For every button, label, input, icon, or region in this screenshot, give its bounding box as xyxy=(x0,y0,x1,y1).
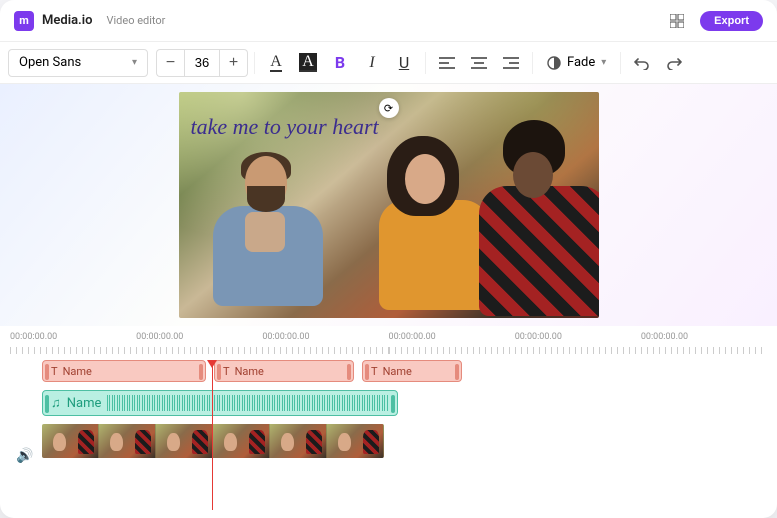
video-thumbnail xyxy=(42,424,99,458)
music-icon: ♫ xyxy=(51,395,61,411)
font-size-input[interactable] xyxy=(184,49,220,77)
tracks-container: 🔊 T Name T Name T Name xyxy=(42,360,767,458)
text-track: T Name T Name T Name xyxy=(42,360,767,382)
brand-name: Media.io xyxy=(42,13,92,28)
clip-handle-right[interactable] xyxy=(391,395,395,413)
clip-handle-right[interactable] xyxy=(199,364,203,380)
align-right-button[interactable] xyxy=(496,48,526,78)
export-button[interactable]: Export xyxy=(700,11,763,31)
video-thumbnail xyxy=(213,424,270,458)
text-clip[interactable]: T Name xyxy=(214,360,354,382)
clip-handle-right[interactable] xyxy=(347,364,351,380)
clip-handle-left[interactable] xyxy=(45,395,49,413)
preview-canvas: ⟳ take me to your heart xyxy=(0,84,777,326)
timecode: 00:00:00.00 xyxy=(10,332,57,342)
divider xyxy=(532,52,533,74)
highlight-color-button[interactable]: A xyxy=(293,48,323,78)
logo-icon: m xyxy=(14,11,34,31)
video-thumbnail xyxy=(99,424,156,458)
apps-grid-icon[interactable] xyxy=(666,10,688,32)
font-size-stepper: − + xyxy=(156,49,248,77)
text-icon: T xyxy=(223,365,230,378)
animation-label: Fade xyxy=(567,55,595,70)
clip-label: Name xyxy=(235,365,264,378)
timecode: 00:00:00.00 xyxy=(515,332,562,342)
clip-handle-left[interactable] xyxy=(365,364,369,380)
text-clip[interactable]: T Name xyxy=(362,360,462,382)
underline-button[interactable]: U xyxy=(389,48,419,78)
clip-handle-right[interactable] xyxy=(455,364,459,380)
clip-label: Name xyxy=(383,365,412,378)
chevron-down-icon: ▾ xyxy=(132,57,137,68)
video-thumbnail xyxy=(327,424,384,458)
font-family-select[interactable]: Open Sans ▾ xyxy=(8,49,148,77)
text-overlay[interactable]: take me to your heart xyxy=(191,114,379,140)
divider xyxy=(620,52,621,74)
font-size-decrease-button[interactable]: − xyxy=(156,49,184,77)
timeline-ruler[interactable]: 00:00:00.00 00:00:00.00 00:00:00.00 00:0… xyxy=(10,332,767,354)
waveform xyxy=(107,395,389,411)
topbar: m Media.io Video editor Export xyxy=(0,0,777,42)
app-window: m Media.io Video editor Export Open Sans… xyxy=(0,0,777,518)
playhead[interactable] xyxy=(212,360,213,510)
video-clip[interactable] xyxy=(42,424,384,458)
sync-icon[interactable]: ⟳ xyxy=(379,98,399,118)
clip-handle-left[interactable] xyxy=(45,364,49,380)
video-preview[interactable]: ⟳ take me to your heart xyxy=(179,92,599,318)
timecode: 00:00:00.00 xyxy=(389,332,436,342)
animation-select[interactable]: Fade ▾ xyxy=(539,49,614,77)
audio-clip[interactable]: ♫ Name xyxy=(42,390,398,416)
text-color-button[interactable]: A xyxy=(261,48,291,78)
video-thumbnail xyxy=(270,424,327,458)
chevron-down-icon: ▾ xyxy=(601,57,606,68)
redo-button[interactable] xyxy=(659,48,689,78)
undo-button[interactable] xyxy=(627,48,657,78)
text-icon: T xyxy=(51,365,58,378)
timecode: 00:00:00.00 xyxy=(136,332,183,342)
toolbar: Open Sans ▾ − + A A B I U Fade xyxy=(0,42,777,84)
font-family-value: Open Sans xyxy=(19,55,81,70)
speaker-icon[interactable]: 🔊 xyxy=(16,448,33,464)
clip-handle-left[interactable] xyxy=(217,364,221,380)
animation-icon xyxy=(547,56,561,70)
font-size-increase-button[interactable]: + xyxy=(220,49,248,77)
audio-track: ♫ Name xyxy=(42,390,767,416)
divider xyxy=(254,52,255,74)
page-subtitle: Video editor xyxy=(106,14,165,27)
text-icon: T xyxy=(371,365,378,378)
clip-label: Name xyxy=(63,365,92,378)
text-clip[interactable]: T Name xyxy=(42,360,206,382)
italic-button[interactable]: I xyxy=(357,48,387,78)
video-track xyxy=(42,424,767,458)
timeline: 00:00:00.00 00:00:00.00 00:00:00.00 00:0… xyxy=(0,326,777,518)
timecode: 00:00:00.00 xyxy=(641,332,688,342)
video-thumbnail xyxy=(156,424,213,458)
divider xyxy=(425,52,426,74)
clip-label: Name xyxy=(67,396,102,411)
align-left-button[interactable] xyxy=(432,48,462,78)
timecode: 00:00:00.00 xyxy=(262,332,309,342)
bold-button[interactable]: B xyxy=(325,48,355,78)
align-center-button[interactable] xyxy=(464,48,494,78)
